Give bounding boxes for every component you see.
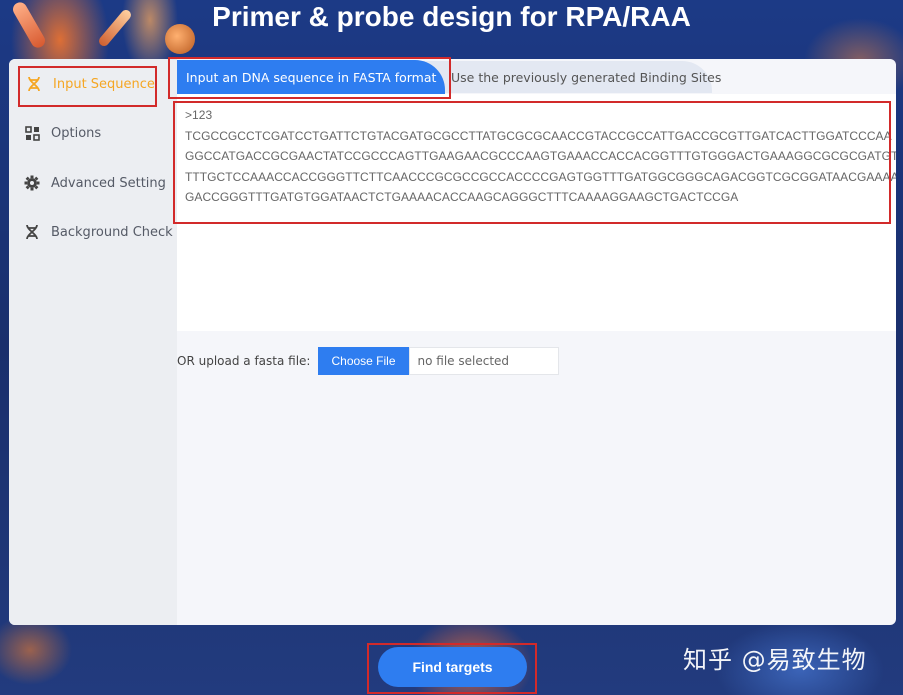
sidebar-item-label: Options [51,125,102,141]
gear-icon [23,174,41,192]
find-targets-button[interactable]: Find targets [378,647,527,687]
sidebar-item-label: Advanced Setting [51,175,166,191]
watermark: 知乎 @易致生物 [683,646,867,674]
tab-fasta-input[interactable]: Input an DNA sequence in FASTA format [177,60,445,94]
upload-row: OR upload a fasta file: Choose File no f… [177,347,559,375]
sidebar-item-options[interactable]: Options [23,121,101,145]
main-panel: Input Sequence Options Advanced Setting … [9,59,896,625]
sequence-text: >123 TCGCCGCCTCGATCCTGATTCTGTACGATGCGCCT… [185,108,896,204]
dna-icon [25,75,43,93]
file-status: no file selected [408,347,559,375]
grid-icon [23,124,41,142]
tab-binding-sites[interactable]: Use the previously generated Binding Sit… [451,61,721,93]
sequence-textarea[interactable]: >123 TCGCCGCCTCGATCCTGATTCTGTACGATGCGCCT… [177,94,896,331]
sidebar-item-input-sequence[interactable]: Input Sequence [25,72,155,96]
dna-icon [23,223,41,241]
sidebar: Input Sequence Options Advanced Setting … [9,59,177,625]
sidebar-item-label: Background Check [51,224,173,240]
sidebar-item-background-check[interactable]: Background Check [23,220,173,244]
choose-file-button[interactable]: Choose File [318,347,409,375]
sidebar-item-advanced-setting[interactable]: Advanced Setting [23,171,166,195]
tab-bar: Use the previously generated Binding Sit… [177,59,896,94]
sidebar-item-label: Input Sequence [53,76,155,92]
upload-label: OR upload a fasta file: [177,354,311,368]
page-title: Primer & probe design for RPA/RAA [212,1,691,32]
